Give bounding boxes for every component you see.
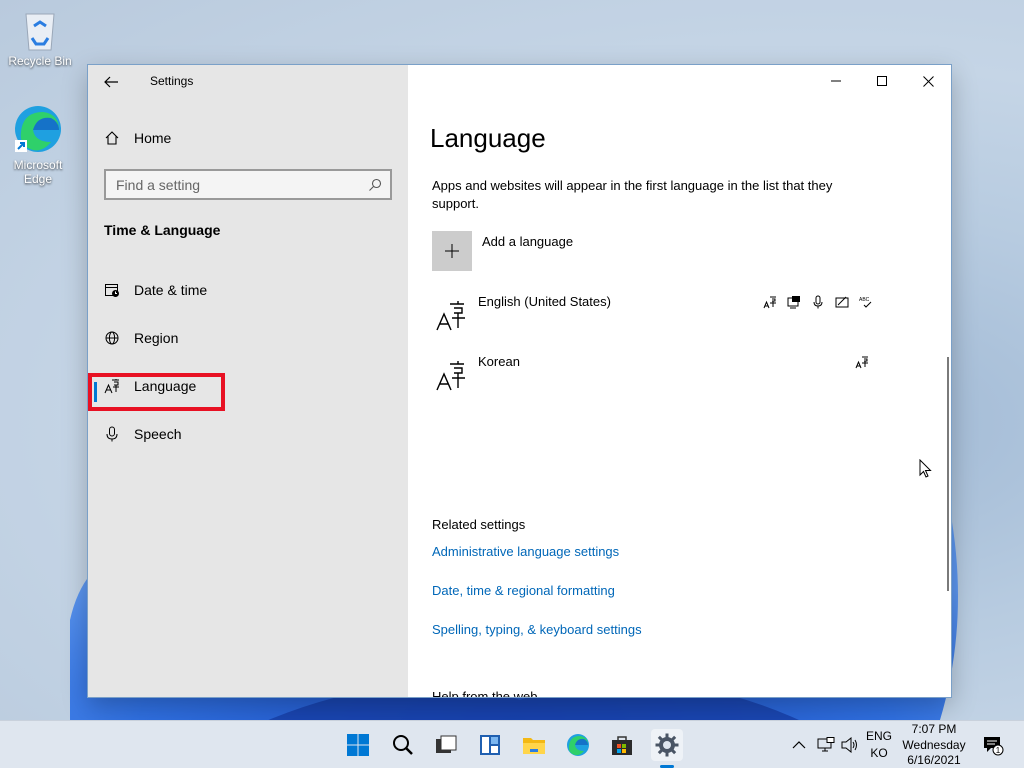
search-icon: [393, 735, 413, 755]
sidebar-item-home[interactable]: Home: [104, 127, 171, 149]
language-name: Korean: [478, 354, 520, 369]
language-features: [854, 354, 870, 370]
close-button[interactable]: [905, 65, 951, 97]
display-language-icon: [854, 354, 870, 370]
language-icon: [104, 378, 120, 394]
speech-recognition-icon: [810, 294, 826, 310]
taskbar-search-button[interactable]: [387, 729, 419, 761]
desktop-icon-label: Recycle Bin: [8, 54, 72, 68]
language-icon: [436, 301, 465, 331]
edge-icon: [567, 734, 589, 756]
microphone-icon: [104, 426, 120, 442]
add-language-button[interactable]: Add a language: [432, 231, 573, 271]
start-button[interactable]: [342, 729, 374, 761]
ime-language: ENG: [865, 729, 892, 743]
language-features: ABC: [762, 294, 874, 310]
search-input[interactable]: [116, 176, 368, 193]
minimize-icon: [831, 80, 841, 82]
help-from-web-heading: Help from the web: [432, 689, 538, 697]
window-title: Settings: [150, 74, 194, 88]
add-language-tile[interactable]: [432, 231, 472, 271]
display-language-icon: [762, 294, 778, 310]
network-button[interactable]: [817, 721, 835, 768]
input-indicator[interactable]: ENG KO: [864, 728, 894, 762]
plus-icon: [445, 244, 459, 258]
language-name: English (United States): [478, 294, 611, 309]
gear-icon: [655, 733, 679, 757]
mouse-cursor-icon: [919, 459, 932, 478]
clock-time: 7:07 PM: [911, 722, 957, 736]
link-administrative-language-settings[interactable]: Administrative language settings: [432, 544, 619, 559]
sidebar-item-label: Home: [134, 130, 172, 146]
taskbar: ENG KO 7:07 PM Wednesday 6/16/2021 1: [0, 720, 1024, 768]
globe-icon: [104, 330, 120, 346]
search-box[interactable]: [104, 169, 392, 200]
section-title: Time & Language: [104, 222, 221, 238]
language-item-english[interactable]: English (United States) ABC: [432, 294, 872, 338]
desktop-icon-label: Microsoft Edge: [13, 158, 63, 186]
store-button[interactable]: [606, 729, 638, 761]
edge-icon: [15, 106, 61, 152]
link-date-time-regional-formatting[interactable]: Date, time & regional formatting: [432, 583, 615, 598]
file-explorer-button[interactable]: [518, 729, 550, 761]
close-icon: [922, 75, 934, 87]
language-item-korean[interactable]: Korean: [432, 354, 872, 398]
volume-button[interactable]: [841, 721, 859, 768]
chevron-up-icon: [792, 741, 806, 749]
recycle-bin-icon: [25, 13, 55, 51]
sidebar-item-date-time[interactable]: Date & time: [104, 278, 207, 302]
desktop-icon-edge[interactable]: Microsoft Edge: [0, 104, 76, 186]
content-pane: Language Apps and websites will appear i…: [408, 65, 951, 697]
arrow-left-icon: [104, 76, 118, 88]
minimize-button[interactable]: [813, 65, 859, 97]
ime-keyboard: KO: [870, 746, 888, 760]
sidebar-item-label: Speech: [134, 426, 182, 442]
back-button[interactable]: [100, 71, 122, 93]
folder-icon: [523, 738, 545, 754]
svg-text:ABC: ABC: [859, 297, 870, 303]
sidebar-item-label: Region: [134, 330, 179, 346]
task-view-button[interactable]: [430, 729, 462, 761]
sidebar: Settings Home Time & Language Date & tim…: [88, 65, 408, 697]
text-to-speech-icon: [786, 294, 802, 310]
task-view-icon: [436, 735, 457, 753]
clock[interactable]: 7:07 PM Wednesday 6/16/2021: [900, 722, 968, 768]
store-icon: [612, 736, 632, 755]
settings-taskbar-button[interactable]: [651, 729, 683, 761]
clock-date: 6/16/2021: [907, 753, 961, 767]
clock-day: Wednesday: [902, 737, 966, 752]
selection-indicator: [94, 382, 97, 402]
network-icon: [817, 737, 835, 752]
notification-icon: 1: [984, 737, 1004, 756]
link-spelling-typing-keyboard-settings[interactable]: Spelling, typing, & keyboard settings: [432, 622, 642, 637]
sidebar-item-label: Date & time: [134, 282, 208, 298]
speaker-icon: [841, 737, 857, 753]
notification-count: 1: [996, 746, 1001, 755]
add-language-label: Add a language: [482, 234, 574, 249]
page-description: Apps and websites will appear in the fir…: [432, 178, 833, 211]
desktop-icon-recycle-bin[interactable]: Recycle Bin: [2, 8, 78, 68]
calendar-clock-icon: [104, 282, 120, 298]
basic-typing-icon: ABC: [858, 294, 874, 310]
search-icon[interactable]: [368, 178, 382, 192]
page-title: Language: [430, 123, 546, 153]
widgets-button[interactable]: [474, 729, 506, 761]
language-icon: [436, 361, 465, 391]
settings-window: Settings Home Time & Language Date & tim…: [88, 65, 951, 697]
windows-logo-icon: [347, 734, 369, 756]
sidebar-item-region[interactable]: Region: [104, 326, 178, 350]
sidebar-item-speech[interactable]: Speech: [104, 422, 181, 446]
home-icon: [105, 131, 119, 145]
sidebar-item-language[interactable]: Language: [104, 374, 196, 398]
show-hidden-icons-button[interactable]: [792, 721, 806, 768]
sidebar-item-label: Language: [134, 378, 197, 394]
related-settings-heading: Related settings: [432, 517, 526, 532]
handwriting-icon: [834, 294, 850, 310]
taskbar-edge-button[interactable]: [562, 729, 594, 761]
scrollbar[interactable]: [947, 357, 949, 591]
maximize-icon: [877, 76, 887, 86]
notifications-button[interactable]: 1: [982, 721, 1004, 768]
widgets-icon: [480, 735, 500, 755]
maximize-button[interactable]: [859, 65, 905, 97]
